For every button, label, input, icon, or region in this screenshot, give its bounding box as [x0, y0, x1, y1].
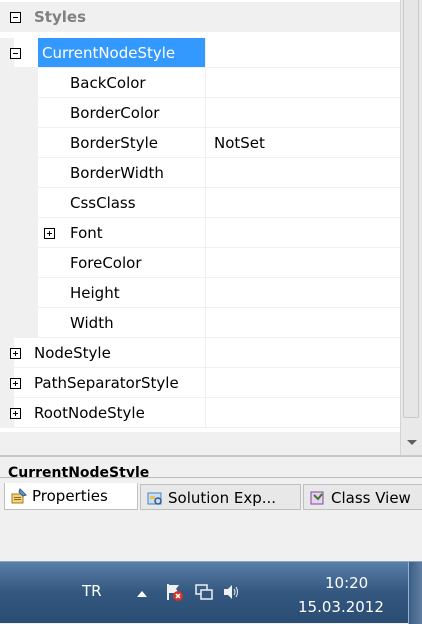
property-row-borderwidth[interactable]: BorderWidth: [0, 158, 400, 188]
action-center-flag-icon[interactable]: [164, 582, 184, 602]
property-name: Width: [70, 314, 114, 332]
property-name: RootNodeStyle: [34, 404, 145, 422]
network-icon[interactable]: [194, 582, 214, 602]
property-grid: Styles CurrentNodeStyle BackColor Border…: [0, 0, 400, 432]
tool-window-tabs: Properties Solution Exp... Class View: [0, 477, 422, 523]
property-row-height[interactable]: Height: [0, 278, 400, 308]
expand-icon[interactable]: [44, 228, 55, 239]
property-row-width[interactable]: Width: [0, 308, 400, 338]
tab-label: Class View: [331, 489, 411, 507]
expand-icon[interactable]: [10, 378, 21, 389]
property-name: Height: [70, 284, 120, 302]
property-row-bordercolor[interactable]: BorderColor: [0, 98, 400, 128]
property-name: BorderColor: [70, 104, 160, 122]
tab-label: Properties: [32, 487, 108, 505]
property-value[interactable]: NotSet: [214, 128, 265, 158]
scrollbar-thumb[interactable]: [403, 0, 419, 418]
scroll-down-arrow-icon[interactable]: [407, 440, 417, 445]
category-label: Styles: [34, 8, 86, 26]
clock-time[interactable]: 10:20: [325, 574, 368, 592]
property-row-font[interactable]: Font: [0, 218, 400, 248]
property-row-cssclass[interactable]: CssClass: [0, 188, 400, 218]
show-hidden-icons-icon[interactable]: [137, 591, 147, 597]
property-name: BorderStyle: [70, 134, 158, 152]
panel-background: [0, 523, 422, 561]
expand-icon[interactable]: [10, 408, 21, 419]
class-view-icon: [310, 491, 324, 505]
property-name: CurrentNodeStyle: [42, 44, 176, 62]
property-name: NodeStyle: [34, 344, 111, 362]
collapse-icon[interactable]: [10, 48, 21, 59]
category-row-styles[interactable]: Styles: [0, 2, 400, 32]
property-row-rootnodestyle[interactable]: RootNodeStyle: [0, 398, 400, 428]
solution-explorer-icon: [147, 492, 162, 505]
tab-label: Solution Exp...: [168, 489, 277, 507]
description-pane: CurrentNodeStyle: [0, 455, 422, 477]
clock-date[interactable]: 15.03.2012: [298, 598, 384, 616]
tab-class-view[interactable]: Class View: [303, 484, 422, 510]
properties-icon: [11, 488, 27, 504]
language-indicator[interactable]: TR: [82, 582, 102, 600]
expand-icon[interactable]: [10, 348, 21, 359]
property-name: CssClass: [70, 194, 136, 212]
collapse-icon[interactable]: [10, 12, 21, 23]
property-row-backcolor[interactable]: BackColor: [0, 68, 400, 98]
property-row-pathseparatorstyle[interactable]: PathSeparatorStyle: [0, 368, 400, 398]
property-row-forecolor[interactable]: ForeColor: [0, 248, 400, 278]
taskbar: TR 10:20 15.03.2012: [0, 561, 422, 624]
property-name: BackColor: [70, 74, 146, 92]
property-row-borderstyle[interactable]: BorderStyle NotSet: [0, 128, 400, 158]
property-name: BorderWidth: [70, 164, 164, 182]
show-desktop-button[interactable]: [408, 562, 422, 624]
property-row-nodestyle[interactable]: NodeStyle: [0, 338, 400, 368]
tab-properties[interactable]: Properties: [4, 483, 138, 510]
property-name: PathSeparatorStyle: [34, 374, 179, 392]
property-name: ForeColor: [70, 254, 142, 272]
tab-solution-explorer[interactable]: Solution Exp...: [140, 484, 301, 510]
property-name: Font: [70, 224, 103, 242]
vertical-scrollbar[interactable]: [400, 0, 422, 455]
description-title: CurrentNodeStyle: [8, 465, 150, 477]
volume-icon[interactable]: [221, 582, 241, 602]
property-row-currentnodestyle[interactable]: CurrentNodeStyle: [0, 38, 400, 68]
